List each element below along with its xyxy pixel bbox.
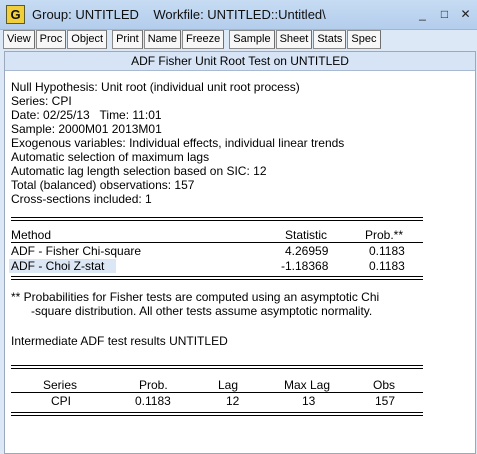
output-panel[interactable]: ADF Fisher Unit Root Test on UNTITLED Nu… [4, 51, 476, 454]
table-rule [11, 368, 423, 369]
obs-col-header: Obs [373, 378, 396, 392]
statistic-col-header: Statistic [285, 228, 328, 242]
prob-cell: 0.1183 [369, 259, 405, 273]
spec-button[interactable]: Spec [347, 30, 381, 49]
maximize-button[interactable]: □ [438, 8, 451, 21]
table-rule [11, 279, 423, 280]
print-button[interactable]: Print [112, 30, 143, 49]
table-rule [11, 217, 423, 218]
name-button[interactable]: Name [143, 30, 182, 49]
view-button[interactable]: View [3, 30, 35, 49]
object-button[interactable]: Object [67, 30, 108, 49]
info-series: Series: CPI [11, 94, 72, 108]
window-title: Group: UNTITLED Workfile: UNTITLED::Unti… [32, 7, 326, 22]
table-rule [11, 365, 423, 366]
freeze-button[interactable]: Freeze [182, 30, 225, 49]
series-cell: CPI [51, 394, 72, 408]
sheet-button[interactable]: Sheet [275, 30, 313, 49]
table-rule [11, 220, 423, 221]
footnote: -square distribution. All other tests as… [11, 304, 373, 318]
prob-cell: 0.1183 [369, 244, 405, 258]
statistic-cell: 4.26959 [285, 244, 329, 258]
prob-cell: 0.1183 [135, 394, 171, 408]
proc-button[interactable]: Proc [35, 30, 67, 49]
max-lag-cell: 13 [302, 394, 316, 408]
lag-cell: 12 [226, 394, 240, 408]
output-header: ADF Fisher Unit Root Test on UNTITLED [5, 52, 475, 71]
info-lag-selection: Automatic lag length selection based on … [11, 164, 267, 178]
info-exogenous: Exogenous variables: Individual effects,… [11, 136, 345, 150]
prob-col-header: Prob.** [365, 228, 404, 242]
table-rule [11, 415, 423, 416]
eviews-group-icon: G [6, 5, 25, 24]
toolbar: View Proc Object Print Name Freeze Sampl… [3, 30, 474, 49]
obs-cell: 157 [375, 394, 396, 408]
info-max-lags: Automatic selection of maximum lags [11, 150, 210, 164]
info-null-hypothesis: Null Hypothesis: Unit root (individual u… [11, 80, 300, 94]
series-col-header: Series [43, 378, 78, 392]
minimize-button[interactable]: _ [416, 8, 429, 21]
statistic-cell: -1.18368 [281, 259, 329, 273]
info-sample: Sample: 2000M01 2013M01 [11, 122, 162, 136]
close-button[interactable]: ✕ [459, 8, 472, 21]
info-observations: Total (balanced) observations: 157 [11, 178, 195, 192]
table-rule [11, 392, 423, 393]
lag-col-header: Lag [218, 378, 239, 392]
method-col-header: Method [11, 228, 52, 242]
title-bar: G Group: UNTITLED Workfile: UNTITLED::Un… [0, 0, 477, 30]
info-date: Date: 02/25/13 Time: 11:01 [11, 108, 162, 122]
table-rule [11, 276, 423, 277]
prob-col-header: Prob. [139, 378, 168, 392]
method-cell: ADF - Fisher Chi-square [11, 244, 142, 258]
table-rule [11, 242, 423, 243]
footnote: ** Probabilities for Fisher tests are co… [11, 290, 380, 304]
method-cell: ADF - Choi Z-stat [11, 259, 105, 273]
stats-button[interactable]: Stats [313, 30, 347, 49]
sample-button[interactable]: Sample [229, 30, 275, 49]
table-rule [11, 412, 423, 413]
info-cross-sections: Cross-sections included: 1 [11, 192, 152, 206]
intermediate-title: Intermediate ADF test results UNTITLED [11, 334, 228, 348]
max-lag-col-header: Max Lag [284, 378, 331, 392]
